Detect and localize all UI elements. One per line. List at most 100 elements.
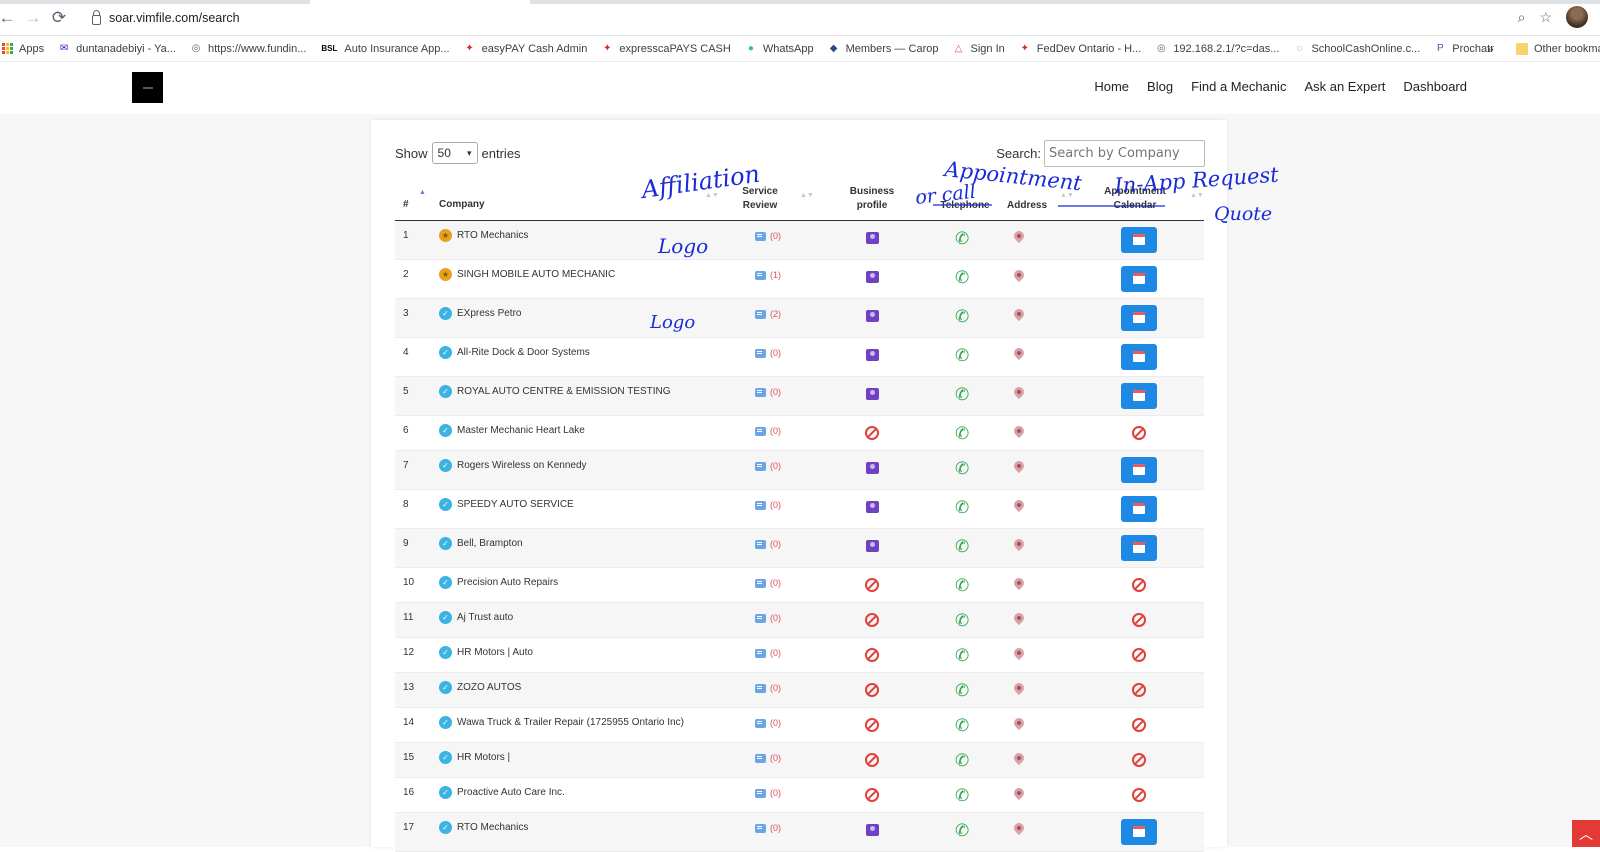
bookmark-item[interactable]: ◎ https://www.fundin... (190, 43, 307, 55)
appointment-calendar-button[interactable] (1121, 305, 1157, 331)
address-pin-icon[interactable] (1011, 267, 1027, 283)
service-review-link[interactable]: (0) (755, 683, 781, 693)
profile-avatar[interactable] (1566, 6, 1588, 28)
col-telephone[interactable]: Telephone (930, 199, 1000, 213)
bookmark-item[interactable]: ✦ FedDev Ontario - H... (1019, 43, 1142, 55)
bookmarks-overflow-button[interactable]: » (1487, 42, 1494, 56)
business-profile-icon[interactable] (866, 271, 879, 283)
address-pin-icon[interactable] (1011, 645, 1027, 661)
company-name[interactable]: RTO Mechanics (457, 230, 528, 241)
business-profile-icon[interactable] (866, 310, 879, 322)
telephone-icon[interactable]: ✆ (955, 611, 975, 631)
address-pin-icon[interactable] (1011, 306, 1027, 322)
company-name[interactable]: Aj Trust auto (457, 612, 513, 623)
nav-home[interactable]: Home (1094, 79, 1129, 94)
col-address[interactable]: Address (1007, 199, 1047, 213)
company-cell[interactable]: ✓ Proactive Auto Care Inc. (439, 786, 565, 799)
appointment-calendar-button[interactable] (1121, 457, 1157, 483)
bookmark-apps[interactable]: Apps (2, 43, 44, 55)
company-name[interactable]: Master Mechanic Heart Lake (457, 425, 585, 436)
company-cell[interactable]: ✓ EXpress Petro (439, 307, 521, 320)
address-pin-icon[interactable] (1011, 384, 1027, 400)
appointment-calendar-button[interactable] (1121, 535, 1157, 561)
company-name[interactable]: SINGH MOBILE AUTO MECHANIC (457, 269, 615, 280)
telephone-icon[interactable]: ✆ (955, 786, 975, 806)
telephone-icon[interactable]: ✆ (955, 459, 975, 479)
bookmark-item[interactable]: ✦ easyPAY Cash Admin (464, 43, 587, 55)
reload-icon[interactable]: ⟳ (46, 5, 72, 31)
service-review-link[interactable]: (0) (755, 461, 781, 471)
col-company[interactable]: Company (439, 198, 485, 212)
business-profile-icon[interactable] (866, 462, 879, 474)
address-pin-icon[interactable] (1011, 610, 1027, 626)
company-cell[interactable]: ★ RTO Mechanics (439, 229, 528, 242)
star-icon[interactable]: ☆ (1539, 9, 1552, 26)
address-pin-icon[interactable] (1011, 228, 1027, 244)
company-name[interactable]: RTO Mechanics (457, 822, 528, 833)
col-business-profile[interactable]: Business profile (835, 185, 909, 213)
company-cell[interactable]: ✓ Aj Trust auto (439, 611, 513, 624)
telephone-icon[interactable]: ✆ (955, 268, 975, 288)
company-cell[interactable]: ✓ All-Rite Dock & Door Systems (439, 346, 590, 359)
telephone-icon[interactable]: ✆ (955, 646, 975, 666)
service-review-link[interactable]: (0) (755, 539, 781, 549)
service-review-link[interactable]: (0) (755, 788, 781, 798)
telephone-icon[interactable]: ✆ (955, 821, 975, 841)
company-cell[interactable]: ✓ SPEEDY AUTO SERVICE (439, 498, 574, 511)
bookmark-item[interactable]: ◌ SchoolCashOnline.c... (1293, 43, 1420, 55)
service-review-link[interactable]: (0) (755, 613, 781, 623)
other-bookmarks[interactable]: Other bookma (1516, 42, 1600, 55)
company-cell[interactable]: ✓ HR Motors | (439, 751, 510, 764)
bookmark-item[interactable]: BSL Auto Insurance App... (320, 43, 449, 55)
appointment-calendar-button[interactable] (1121, 344, 1157, 370)
address-pin-icon[interactable] (1011, 575, 1027, 591)
address-pin-icon[interactable] (1011, 750, 1027, 766)
company-cell[interactable]: ✓ RTO Mechanics (439, 821, 528, 834)
service-review-link[interactable]: (0) (755, 753, 781, 763)
company-name[interactable]: Rogers Wireless on Kennedy (457, 460, 587, 471)
company-cell[interactable]: ✓ HR Motors | Auto (439, 646, 533, 659)
service-review-link[interactable]: (0) (755, 823, 781, 833)
service-review-link[interactable]: (0) (755, 231, 781, 241)
appointment-calendar-button[interactable] (1121, 266, 1157, 292)
appointment-calendar-button[interactable] (1121, 819, 1157, 845)
business-profile-icon[interactable] (866, 232, 879, 244)
company-cell[interactable]: ✓ ROYAL AUTO CENTRE & EMISSION TESTING (439, 385, 671, 398)
company-name[interactable]: All-Rite Dock & Door Systems (457, 347, 590, 358)
bookmark-item[interactable]: ✉ duntanadebiyi - Ya... (58, 43, 176, 55)
appointment-calendar-button[interactable] (1121, 496, 1157, 522)
search-input[interactable] (1044, 140, 1205, 167)
telephone-icon[interactable]: ✆ (955, 716, 975, 736)
nav-blog[interactable]: Blog (1147, 79, 1173, 94)
company-cell[interactable]: ✓ Rogers Wireless on Kennedy (439, 459, 587, 472)
address-pin-icon[interactable] (1011, 820, 1027, 836)
company-name[interactable]: Proactive Auto Care Inc. (457, 787, 565, 798)
bookmark-item[interactable]: ● WhatsApp (745, 43, 814, 55)
address-pin-icon[interactable] (1011, 715, 1027, 731)
telephone-icon[interactable]: ✆ (955, 537, 975, 557)
service-review-link[interactable]: (0) (755, 500, 781, 510)
company-name[interactable]: Wawa Truck & Trailer Repair (1725955 Ont… (457, 717, 684, 728)
company-cell[interactable]: ✓ ZOZO AUTOS (439, 681, 521, 694)
business-profile-icon[interactable] (866, 349, 879, 361)
address-pin-icon[interactable] (1011, 458, 1027, 474)
telephone-icon[interactable]: ✆ (955, 307, 975, 327)
business-profile-icon[interactable] (866, 388, 879, 400)
bookmark-item[interactable]: P Prochatr (1434, 43, 1494, 55)
business-profile-icon[interactable] (866, 540, 879, 552)
address-pin-icon[interactable] (1011, 497, 1027, 513)
telephone-icon[interactable]: ✆ (955, 498, 975, 518)
service-review-link[interactable]: (0) (755, 387, 781, 397)
telephone-icon[interactable]: ✆ (955, 576, 975, 596)
telephone-icon[interactable]: ✆ (955, 751, 975, 771)
appointment-calendar-button[interactable] (1121, 227, 1157, 253)
company-cell[interactable]: ✓ Bell, Brampton (439, 537, 523, 550)
address-bar[interactable]: soar.vimfile.com/search (80, 4, 1540, 32)
service-review-link[interactable]: (1) (755, 270, 781, 280)
service-review-link[interactable]: (0) (755, 718, 781, 728)
business-profile-icon[interactable] (866, 501, 879, 513)
telephone-icon[interactable]: ✆ (955, 346, 975, 366)
company-name[interactable]: ROYAL AUTO CENTRE & EMISSION TESTING (457, 386, 671, 397)
scroll-to-top-button[interactable]: ︿ (1572, 820, 1600, 847)
service-review-link[interactable]: (0) (755, 648, 781, 658)
